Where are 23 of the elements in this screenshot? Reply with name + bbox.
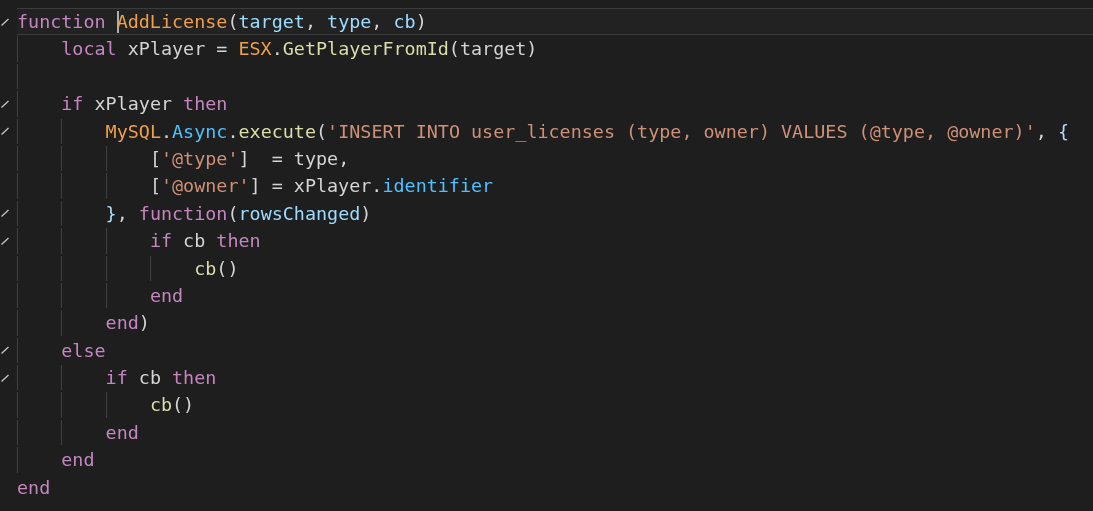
fold-icon[interactable] [1, 346, 9, 355]
code-line: cb() [17, 254, 1093, 282]
fold-icon[interactable] [1, 373, 9, 382]
code-line: end [17, 281, 1093, 310]
code-line: else [17, 336, 1093, 365]
code-line: if xPlayer then [17, 90, 1093, 118]
code-line: }, function(rowsChanged) [17, 199, 1093, 228]
fold-icon[interactable] [1, 127, 9, 136]
code-line: if cb then [17, 227, 1093, 255]
code-line: end [17, 418, 1093, 447]
fold-icon[interactable] [1, 17, 9, 26]
code-line: ['@type'] = type, [17, 144, 1093, 173]
code-line: end [17, 475, 52, 500]
code-line: MySQL.Async.execute('INSERT INTO user_licenses (type, owner) VALUES (@type, @owner)', { [17, 117, 1093, 145]
code-line: cb() [17, 391, 1093, 419]
fold-icon[interactable] [1, 99, 9, 108]
code-line: ['@owner'] = xPlayer.identifier [17, 172, 1093, 200]
fold-icon[interactable] [1, 209, 9, 218]
code-line: if cb then [17, 364, 1093, 392]
code-line: end [17, 446, 1093, 474]
code-line: local xPlayer = ESX.GetPlayerFromId(target) [17, 35, 1093, 63]
fold-icon[interactable] [1, 236, 9, 245]
code-line: end) [17, 309, 1093, 337]
